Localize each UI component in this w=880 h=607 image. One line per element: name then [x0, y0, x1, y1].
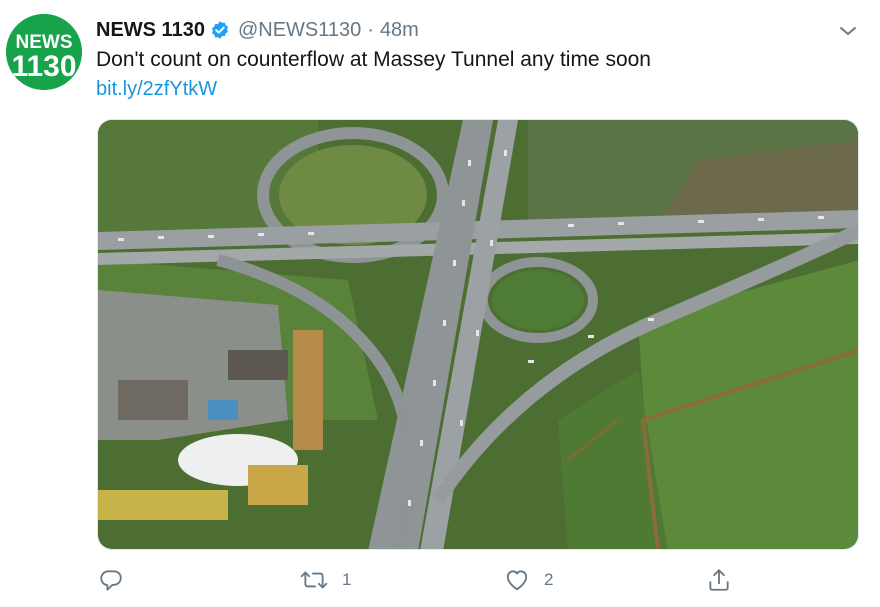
tweet-link[interactable]: bit.ly/2zfYtkW — [96, 78, 217, 101]
retweet-count: 1 — [342, 570, 352, 589]
news1130-logo: NEWS 1130 — [6, 14, 82, 90]
like-count: 2 — [544, 570, 554, 589]
reply-button[interactable] — [98, 564, 138, 596]
separator-dot: · — [367, 18, 374, 41]
avatar-text-bottom: 1130 — [11, 50, 76, 83]
retweet-button[interactable]: 1 — [300, 564, 351, 596]
share-button[interactable] — [706, 564, 732, 596]
tweet-header: NEWS 1130 @NEWS1130 · 48m — [96, 17, 419, 43]
aerial-highway-image — [98, 120, 858, 549]
tweet-text: Don't count on counterflow at Massey Tun… — [96, 48, 651, 71]
avatar[interactable]: NEWS 1130 — [6, 14, 82, 90]
reply-icon — [98, 567, 124, 593]
tweet-photo[interactable] — [97, 119, 859, 550]
like-button[interactable]: 2 — [504, 564, 553, 596]
verified-badge-icon — [210, 20, 230, 40]
handle[interactable]: @NEWS1130 — [238, 19, 361, 42]
chevron-down-icon[interactable] — [836, 19, 860, 43]
timestamp[interactable]: 48m — [380, 19, 419, 42]
retweet-icon — [300, 567, 328, 593]
share-icon — [706, 567, 732, 593]
heart-icon — [504, 567, 530, 593]
display-name[interactable]: NEWS 1130 — [96, 19, 205, 42]
tweet-actions: 1 2 — [96, 564, 736, 596]
